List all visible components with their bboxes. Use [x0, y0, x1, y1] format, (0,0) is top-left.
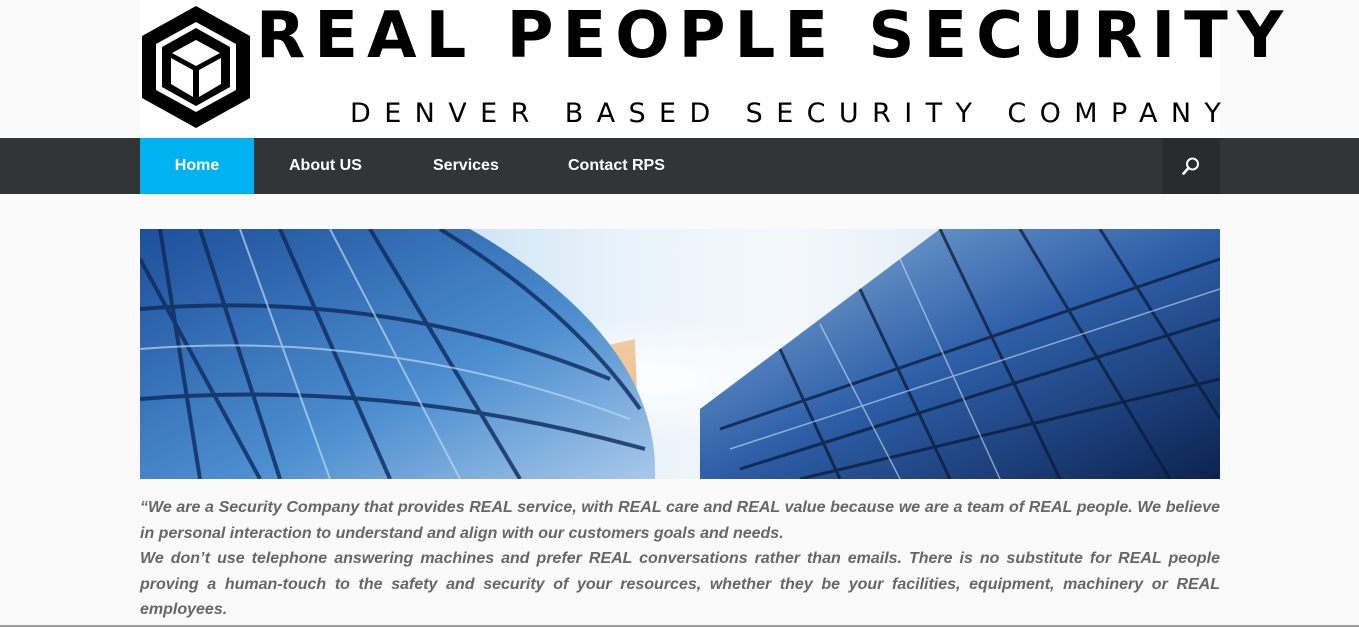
intro-paragraph-2: We don’t use telephone answering machine…	[140, 550, 1220, 619]
intro-quote: “We are a Security Company that provides…	[140, 495, 1220, 623]
nav-item-contact-rps[interactable]: Contact RPS	[568, 138, 665, 194]
nav-item-home[interactable]: Home	[140, 138, 254, 194]
nav-item-services[interactable]: Services	[433, 138, 499, 194]
brand-title: REAL PEOPLE SECURITY	[256, 0, 1293, 73]
intro-paragraph-1: “We are a Security Company that provides…	[140, 499, 1220, 542]
satellite-dish-building-image-icon	[140, 229, 1220, 479]
hero-image	[140, 229, 1220, 479]
main-navigation: Home About US Services Contact RPS	[0, 138, 1359, 194]
search-icon	[1182, 157, 1199, 175]
site-header: REAL PEOPLE SECURITY DENVER BASED SECURI…	[0, 0, 1359, 138]
nav-item-about-us[interactable]: About US	[289, 138, 362, 194]
site-logo[interactable]: REAL PEOPLE SECURITY DENVER BASED SECURI…	[140, 0, 1293, 138]
brand-tagline: DENVER BASED SECURITY COMPANY	[350, 98, 1235, 129]
search-button[interactable]	[1162, 138, 1220, 194]
hexagon-cube-logo-icon	[142, 6, 250, 128]
